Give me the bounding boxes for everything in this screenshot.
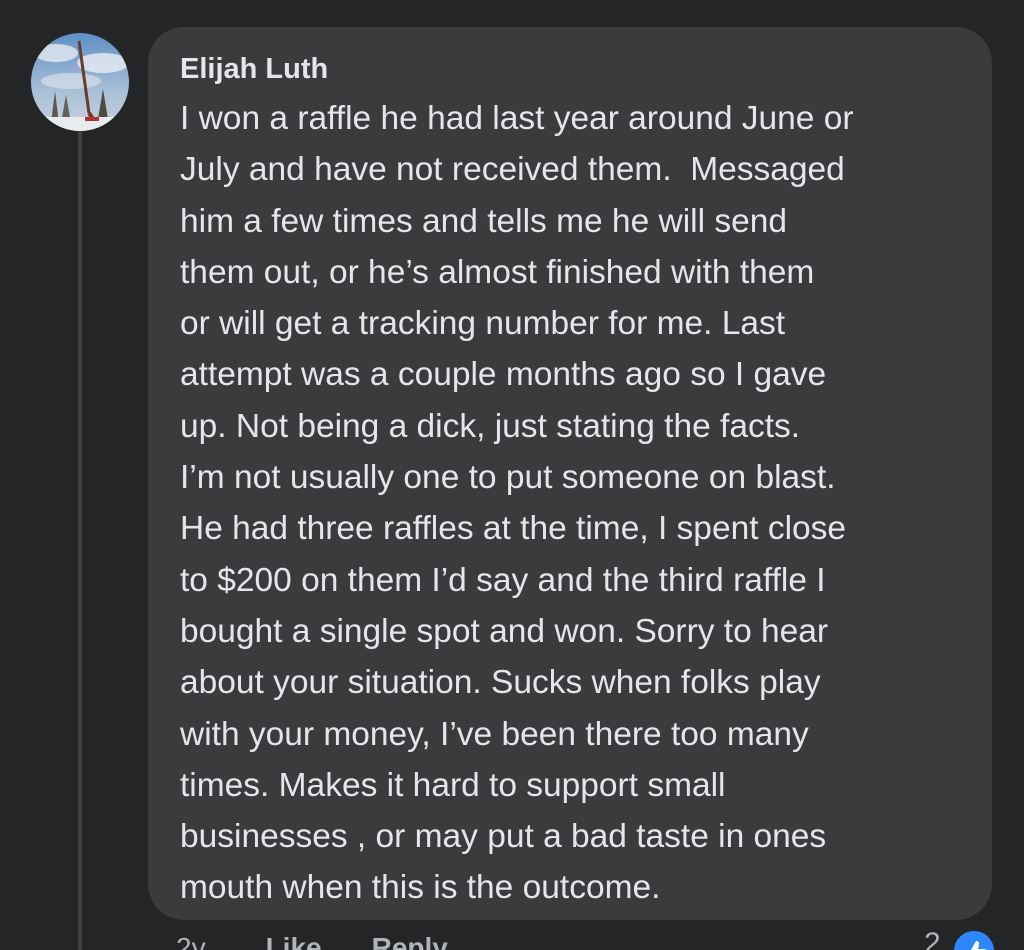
like-button[interactable]: Like <box>266 928 322 950</box>
comment-text-line: about your situation. Sucks when folks p… <box>180 664 821 702</box>
comment-text-line: I won a raffle he had last year around J… <box>180 100 854 137</box>
comment-text-line: businesses , or may put a bad taste in o… <box>180 818 827 856</box>
comment-text-line: them out, or he’s almost finished with t… <box>180 253 815 291</box>
comment-actions: 2y Like Reply <box>176 928 448 950</box>
comment-thread: Elijah Luth I won a raffle he had last y… <box>0 0 1024 950</box>
comment-text-line: attempt was a couple months ago so I gav… <box>180 356 827 394</box>
comment-author-name[interactable]: Elijah Luth <box>180 51 964 87</box>
reaction-summary[interactable]: 2 <box>924 924 997 950</box>
reply-button[interactable]: Reply <box>372 928 448 950</box>
comment-text: I won a raffle he had last year around J… <box>180 93 964 914</box>
comment-text-line: bought a single spot and won. Sorry to h… <box>180 612 829 650</box>
avatar[interactable] <box>31 33 129 131</box>
comment-text-line: up. Not being a dick, just stating the f… <box>180 407 801 445</box>
like-icon <box>950 928 997 950</box>
comment-text-line: with your money, I’ve been there too man… <box>180 715 809 753</box>
comment-bubble: Elijah Luth I won a raffle he had last y… <box>148 27 992 920</box>
comment-text-line: mouth when this is the outcome. <box>180 869 661 907</box>
avatar-photo <box>31 33 129 131</box>
comment-text-line: to $200 on them I’d say and the third ra… <box>180 561 826 599</box>
comment-text-line: I’m not usually one to put someone on bl… <box>180 459 836 497</box>
comment-text-line: or will get a tracking number for me. La… <box>180 305 786 343</box>
comment-text-line: him a few times and tells me he will sen… <box>180 202 787 240</box>
comment-text-line: times. Makes it hard to support small <box>180 766 726 804</box>
comment-text-line: July and have not received them. Message… <box>180 151 845 189</box>
thread-line <box>78 130 82 950</box>
reaction-count: 2 <box>924 927 941 950</box>
comment-text-line: He had three raffles at the time, I spen… <box>180 510 847 548</box>
comment-timestamp[interactable]: 2y <box>176 928 206 950</box>
